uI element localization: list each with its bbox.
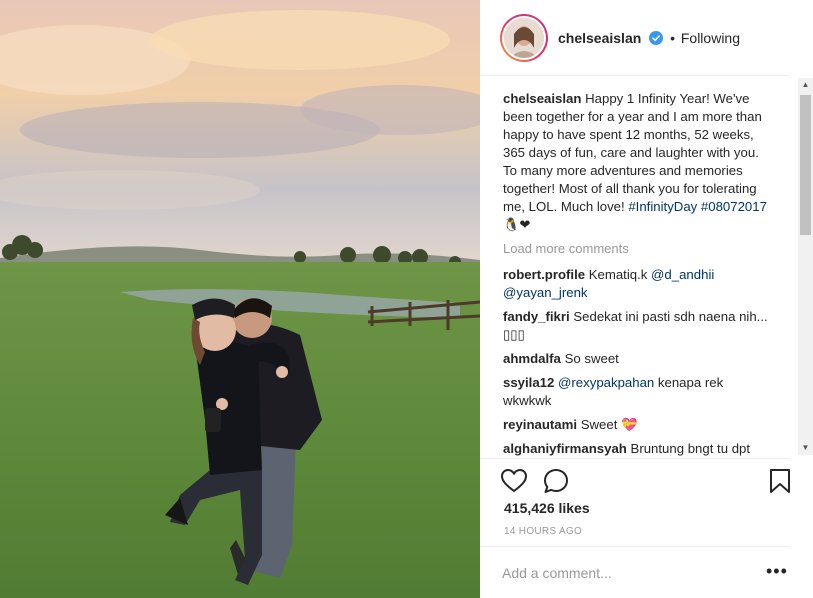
following-button[interactable]: Following xyxy=(681,30,740,46)
post-timestamp: 14 HOURS AGO xyxy=(504,526,583,537)
caption-emoji: 🐧❤ xyxy=(503,217,531,232)
scroll-up-arrow-icon[interactable]: ▲ xyxy=(798,78,813,92)
comment-username[interactable]: ahmdalfa xyxy=(503,351,561,366)
profile-avatar[interactable] xyxy=(500,14,548,62)
comment-item: reyinautami Sweet 💝 xyxy=(503,416,773,434)
action-bar xyxy=(480,458,790,493)
comment-mention[interactable]: @d_andhii xyxy=(651,267,714,282)
like-count[interactable]: 415,426 likes xyxy=(504,500,590,516)
heart-icon[interactable] xyxy=(500,467,528,495)
post-photo[interactable] xyxy=(0,0,480,598)
comment-username[interactable]: fandy_fikri xyxy=(503,309,570,324)
comment-mention[interactable]: @rexypakpahan xyxy=(558,375,654,390)
comment-username[interactable]: robert.profile xyxy=(503,267,585,282)
comment-username[interactable]: alghaniyfirmansyah xyxy=(503,441,627,456)
avatar-image xyxy=(504,18,544,58)
comment-item: ssyila12 @rexypakpahan kenapa rek wkwkwk xyxy=(503,374,773,410)
comment-text: Sweet 💝 xyxy=(580,417,638,432)
comment-text: Bruntung bngt tu dpt xyxy=(630,441,751,456)
verified-badge-icon xyxy=(649,31,664,45)
comment-item: fandy_fikri Sedekat ini pasti sdh naena … xyxy=(503,308,773,344)
scroll-down-arrow-icon[interactable]: ▼ xyxy=(798,441,813,455)
header-separator: • xyxy=(670,30,675,46)
comment-text: So sweet xyxy=(564,351,619,366)
comment-item: robert.profile Kematiq.k @d_andhii @yaya… xyxy=(503,266,773,302)
bookmark-icon[interactable] xyxy=(766,467,794,495)
post-sidebar: chelseaislan • Following chelseaislan Ha… xyxy=(480,0,813,598)
add-comment-input[interactable] xyxy=(502,563,732,583)
caption-text: Happy 1 Infinity Year! We've been togeth… xyxy=(503,91,762,214)
add-comment-section: ••• xyxy=(480,546,790,598)
post-caption: chelseaislan Happy 1 Infinity Year! We'v… xyxy=(503,90,773,234)
post-header: chelseaislan • Following xyxy=(480,0,790,76)
couple-photo-image xyxy=(0,0,480,598)
comment-text: Kematiq.k xyxy=(588,267,648,282)
load-more-comments-button[interactable]: Load more comments xyxy=(503,240,773,258)
scrollbar-thumb[interactable] xyxy=(800,95,811,235)
comment-mention[interactable]: @yayan_jrenk xyxy=(503,285,588,300)
comments-scrollbar[interactable]: ▲ ▼ xyxy=(798,78,813,455)
caption-hashtags[interactable]: #InfinityDay #08072017 xyxy=(628,199,767,214)
comment-item: ahmdalfa So sweet xyxy=(503,350,773,368)
more-options-icon[interactable]: ••• xyxy=(766,559,788,583)
comment-username[interactable]: reyinautami xyxy=(503,417,577,432)
comment-item: alghaniyfirmansyah Bruntung bngt tu dpt xyxy=(503,440,773,458)
comment-icon[interactable] xyxy=(542,467,570,495)
comment-username[interactable]: ssyila12 xyxy=(503,375,554,390)
header-username[interactable]: chelseaislan xyxy=(558,30,641,46)
caption-username[interactable]: chelseaislan xyxy=(503,91,581,106)
comments-list[interactable]: chelseaislan Happy 1 Infinity Year! We'v… xyxy=(503,90,773,458)
